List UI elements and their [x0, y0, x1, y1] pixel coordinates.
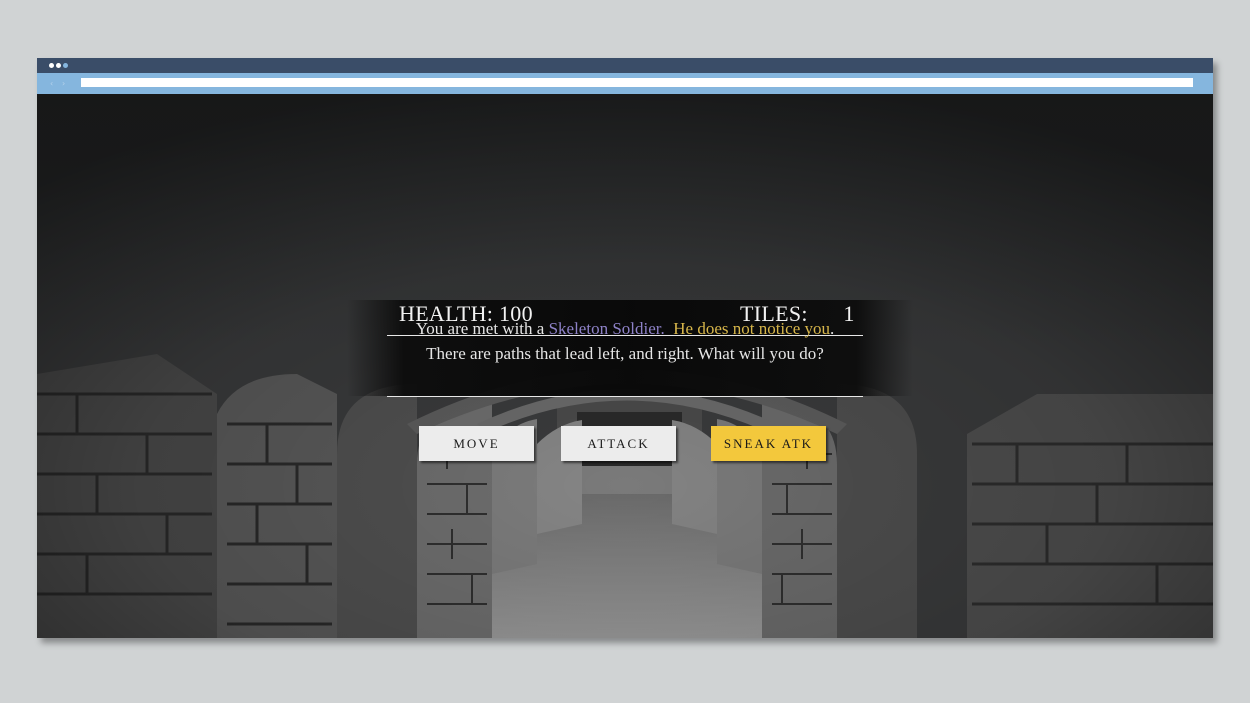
browser-titlebar — [37, 58, 1213, 73]
attack-button[interactable]: ATTACK — [561, 426, 676, 461]
window-dot[interactable] — [56, 63, 61, 68]
sneak-attack-button[interactable]: SNEAK ATK — [711, 426, 826, 461]
browser-addressbar: ‹ › — [37, 73, 1213, 94]
game-scene: HEALTH: 100 TILES: 1 You are met with a … — [37, 94, 1213, 638]
chevron-left-icon[interactable]: ‹ — [50, 79, 53, 88]
message-intro: You are met with a — [415, 319, 549, 338]
enemy-name: Skeleton Soldier. — [548, 319, 665, 338]
window-dot[interactable] — [49, 63, 54, 68]
enemy-awareness-status: He does not notice you — [673, 319, 830, 338]
encounter-message: You are met with a Skeleton Soldier. He … — [407, 316, 843, 366]
tiles-value: 1 — [843, 301, 855, 326]
message-gap — [665, 319, 674, 338]
window-dot[interactable] — [63, 63, 68, 68]
divider-bottom — [387, 396, 863, 397]
browser-window: ‹ › HEALTH: 100 TILES: 1 You are met wit… — [37, 58, 1213, 638]
chevron-right-icon[interactable]: › — [62, 79, 65, 88]
url-input[interactable] — [81, 78, 1193, 87]
move-button[interactable]: MOVE — [419, 426, 534, 461]
